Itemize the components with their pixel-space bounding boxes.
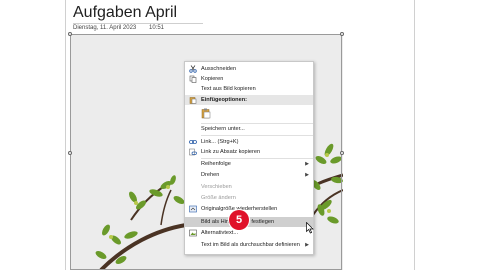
menu-item-label: Drehen	[201, 172, 220, 178]
menu-separator	[201, 135, 313, 136]
menu-header-paste-options: Einfügeoptionen:	[185, 95, 313, 105]
menu-item-cut[interactable]: Ausschneiden	[185, 64, 313, 74]
page-title[interactable]: Aufgaben April	[73, 4, 177, 22]
menu-item-rotate[interactable]: Drehen ▶	[185, 170, 313, 180]
menu-item-label: Verschieben	[201, 184, 232, 190]
alt-text-icon	[189, 229, 197, 237]
menu-item-order[interactable]: Reihenfolge ▶	[185, 159, 313, 169]
step-badge: 5	[229, 210, 249, 230]
page-date: Dienstag, 11. April 2023	[73, 25, 137, 31]
menu-item-label: Kopieren	[201, 76, 224, 82]
chevron-right-icon: ▶	[305, 242, 309, 248]
page-frame-right	[414, 0, 415, 270]
menu-item-label: Text im Bild als durchsuchbar definieren	[201, 242, 300, 248]
menu-item-label: Einfügeoptionen:	[201, 97, 247, 103]
link-paragraph-icon	[189, 148, 197, 156]
menu-item-label: Text aus Bild kopieren	[201, 86, 256, 92]
title-underline	[73, 23, 203, 24]
menu-item-label: Größe ändern	[201, 195, 236, 201]
resize-handle-top-right[interactable]	[340, 32, 344, 36]
page-time: 10:51	[149, 25, 165, 31]
link-icon	[189, 138, 197, 146]
paste-icon	[189, 96, 197, 104]
scissors-icon	[189, 65, 197, 73]
context-menu: Ausschneiden Kopieren Text aus Bild kopi…	[184, 61, 314, 255]
resize-handle-right[interactable]	[340, 151, 344, 155]
restore-size-icon	[189, 205, 197, 213]
chevron-right-icon: ▶	[305, 172, 309, 178]
menu-item-label: Link zu Absatz kopieren	[201, 149, 261, 155]
paste-option-keep-source[interactable]	[185, 107, 313, 121]
chevron-right-icon: ▶	[305, 161, 309, 167]
menu-item-alt-text[interactable]: Alternativtext...	[185, 228, 313, 238]
menu-item-label: Ausschneiden	[201, 66, 237, 72]
page-frame-left	[65, 0, 66, 270]
menu-item-copy[interactable]: Kopieren	[185, 74, 313, 84]
paste-picture-icon[interactable]	[201, 108, 211, 123]
resize-handle-top-left[interactable]	[68, 32, 72, 36]
menu-item-resize: Größe ändern	[185, 193, 313, 203]
resize-handle-left[interactable]	[68, 151, 72, 155]
menu-item-copy-paragraph-link[interactable]: Link zu Absatz kopieren	[185, 147, 313, 157]
copy-icon	[189, 75, 197, 83]
menu-item-set-as-background[interactable]: Bild als Hintergrund festlegen	[185, 217, 313, 227]
menu-item-copy-text-from-image[interactable]: Text aus Bild kopieren	[185, 84, 313, 94]
menu-item-label: Reihenfolge	[201, 161, 231, 167]
menu-item-restore-original-size[interactable]: Originalgröße wiederherstellen	[185, 204, 313, 214]
menu-item-make-text-searchable[interactable]: Text im Bild als durchsuchbar definieren…	[185, 240, 313, 250]
menu-item-label: Alternativtext...	[201, 230, 238, 236]
menu-item-label: Speichern unter...	[201, 126, 245, 132]
menu-item-save-as[interactable]: Speichern unter...	[185, 124, 313, 134]
menu-item-move: Verschieben	[185, 182, 313, 192]
menu-item-link[interactable]: Link... (Strg+K)	[185, 137, 313, 147]
mouse-cursor-icon	[306, 221, 314, 239]
menu-item-label: Link... (Strg+K)	[201, 139, 239, 145]
